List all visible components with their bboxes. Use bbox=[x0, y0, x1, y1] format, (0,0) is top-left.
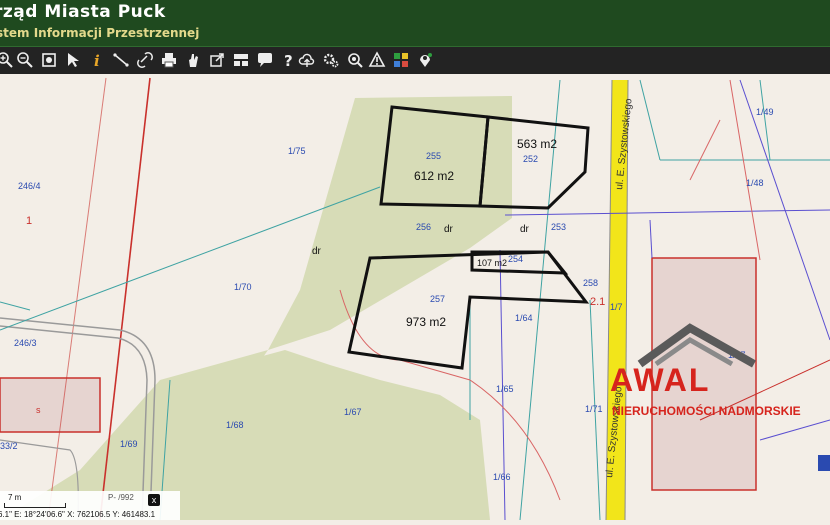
parcel-label: 257 bbox=[430, 294, 445, 304]
zoom-extent-icon[interactable] bbox=[38, 49, 60, 71]
close-button[interactable]: x bbox=[148, 494, 160, 506]
map-marker bbox=[818, 455, 830, 471]
area-label: 973 m2 bbox=[406, 315, 446, 329]
settings-icon[interactable] bbox=[320, 49, 342, 71]
parcel-label: 1/71 bbox=[585, 404, 603, 414]
logo-tagline: NIERUCHOMOŚCI NADMORSKIE bbox=[612, 404, 801, 418]
app-subtitle: stem Informacji Przestrzennej bbox=[0, 26, 200, 40]
parcel-label: 1/68 bbox=[226, 420, 244, 430]
area-label: 612 m2 bbox=[414, 169, 454, 183]
parcel-label: 33/2 bbox=[0, 441, 18, 451]
parcel-label: 1/70 bbox=[234, 282, 252, 292]
parcel-label: 253 bbox=[551, 222, 566, 232]
layout-icon[interactable] bbox=[230, 49, 252, 71]
location-icon[interactable] bbox=[414, 49, 436, 71]
parcel-label: 255 bbox=[426, 151, 441, 161]
coordinate-readout: 6.1" E: 18°24'06.6" X: 762106.5 Y: 46148… bbox=[0, 510, 156, 519]
parcel-label: 1/65 bbox=[496, 384, 514, 394]
parcel-label: 246/4 bbox=[18, 181, 41, 191]
zoom-out-icon[interactable] bbox=[14, 49, 36, 71]
building bbox=[0, 377, 101, 433]
parcel-label: 1/64 bbox=[515, 313, 533, 323]
parcel-label: 252 bbox=[523, 154, 538, 164]
parcel-label: 1/75 bbox=[288, 146, 306, 156]
info-icon[interactable]: i bbox=[86, 49, 108, 71]
comment-icon[interactable] bbox=[254, 49, 276, 71]
scale-label: 7 m bbox=[8, 493, 22, 502]
projection-select[interactable]: P- /992 bbox=[108, 493, 134, 502]
parcel-label: 2.1 bbox=[590, 296, 605, 308]
app-header: rząd Miasta Puck stem Informacji Przestr… bbox=[0, 0, 830, 47]
parcel-label: s bbox=[36, 405, 41, 415]
logo-name: AWAL bbox=[610, 362, 711, 398]
pointer-icon[interactable] bbox=[62, 49, 84, 71]
app-title: rząd Miasta Puck bbox=[0, 2, 166, 22]
landuse-label: dr bbox=[520, 224, 530, 235]
parcel-label: 1/67 bbox=[344, 407, 362, 417]
parcel-label: 258 bbox=[583, 278, 598, 288]
parcel-label: 254 bbox=[508, 254, 523, 264]
parcel-label: 246/3 bbox=[14, 338, 37, 348]
export-icon[interactable] bbox=[206, 49, 228, 71]
parcel-label: 1 bbox=[26, 215, 32, 227]
svg-text:i: i bbox=[94, 52, 100, 69]
area-label: 107 m2 bbox=[477, 258, 507, 268]
parcel-label: 1/69 bbox=[120, 439, 138, 449]
area-label: 563 m2 bbox=[517, 137, 557, 151]
landuse-label: dr bbox=[444, 224, 454, 235]
parcel-label: 1/7 bbox=[610, 302, 623, 312]
map-canvas[interactable]: 246/4 1 246/3 33/2 1/75 1/70 1/69 1/68 1… bbox=[0, 74, 830, 521]
parcel-label: 256 bbox=[416, 222, 431, 232]
status-bar: 7 m P- /992 x 6.1" E: 18°24'06.6" X: 762… bbox=[0, 491, 180, 520]
layers-grid-icon[interactable] bbox=[390, 49, 412, 71]
landuse-label: dr bbox=[312, 246, 322, 257]
map-toolbar: i ? bbox=[0, 47, 830, 74]
link-icon[interactable] bbox=[134, 49, 156, 71]
measure-line-icon[interactable] bbox=[110, 49, 132, 71]
upload-cloud-icon[interactable] bbox=[296, 49, 318, 71]
parcel-label: 1/49 bbox=[756, 107, 774, 117]
search-icon[interactable] bbox=[344, 49, 366, 71]
warning-icon[interactable] bbox=[366, 49, 388, 71]
parcel-label: 1/66 bbox=[493, 472, 511, 482]
parcel-label: 1/48 bbox=[746, 178, 764, 188]
scale-bar bbox=[4, 503, 66, 508]
svg-text:?: ? bbox=[284, 52, 293, 69]
awal-logo: AWAL NIERUCHOMOŚCI NADMORSKIE bbox=[606, 320, 806, 430]
map-layer[interactable]: 246/4 1 246/3 33/2 1/75 1/70 1/69 1/68 1… bbox=[0, 74, 830, 521]
pan-hand-icon[interactable] bbox=[182, 49, 204, 71]
print-icon[interactable] bbox=[158, 49, 180, 71]
